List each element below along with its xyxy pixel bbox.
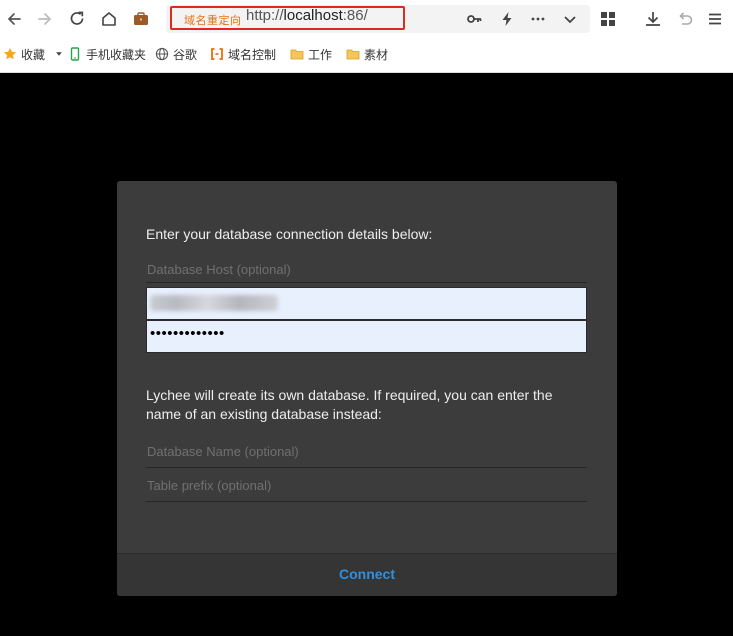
intro-text: Enter your database connection details b… [146,226,433,242]
redirect-highlight-box: 域名重定向 [170,6,405,30]
bookmark-label: 域名控制 [228,47,277,62]
more-icon[interactable] [528,10,548,28]
bookmark-label: 收藏 [21,47,46,62]
arrow-left-icon[interactable] [2,7,26,31]
folder-icon [346,49,360,60]
phone-icon [70,47,80,61]
chevron-down-icon[interactable] [560,10,580,28]
bookmark-label: 素材 [364,47,389,62]
password-value: ••••••••••••• [150,325,225,342]
bookmark-favorites[interactable]: 收藏 [3,46,63,62]
download-icon[interactable] [641,7,665,31]
folder-icon [290,49,304,60]
bookmark-assets[interactable]: 素材 [346,46,388,62]
info-text: Lychee will create its own database. If … [146,387,553,422]
database-password-input[interactable]: ••••••••••••• [146,320,587,353]
undo-icon[interactable] [673,7,697,31]
reload-icon[interactable] [65,7,89,31]
browser-nav-bar: http://localhost:86/ 域名重定向 [0,0,733,38]
database-name-underline [146,467,587,468]
star-icon [4,48,16,60]
briefcase-icon[interactable] [129,7,153,31]
globe-icon [155,47,169,61]
bookmark-label: 谷歌 [173,47,198,62]
bracket-icon [211,48,223,60]
lightning-icon[interactable] [497,10,517,28]
arrow-right-icon[interactable] [33,7,57,31]
browser-chrome: http://localhost:86/ 域名重定向 收藏 手机收藏夹 谷歌 域… [0,0,733,73]
key-icon[interactable] [464,10,484,28]
redirect-label: 域名重定向 [184,14,242,27]
bookmark-domain-control[interactable]: 域名控制 [210,46,276,62]
bookmark-mobile[interactable]: 手机收藏夹 [68,46,146,62]
home-icon[interactable] [97,7,121,31]
database-setup-dialog: Enter your database connection details b… [117,181,617,596]
database-name-input[interactable]: Database Name (optional) [147,444,587,459]
bookmarks-bar: 收藏 手机收藏夹 谷歌 域名控制 工作 素材 [0,40,733,68]
database-host-underline [146,282,587,283]
apps-icon[interactable] [596,7,620,31]
bookmark-label: 工作 [308,47,333,62]
connect-button[interactable]: Connect [117,566,617,582]
menu-icon[interactable] [703,7,727,31]
caret-down-icon[interactable] [55,50,63,58]
table-prefix-input[interactable]: Table prefix (optional) [147,478,587,493]
table-prefix-underline [146,501,587,502]
database-user-input[interactable] [146,287,587,320]
database-host-input[interactable]: Database Host (optional) [147,262,587,277]
dialog-footer: Connect [117,553,617,596]
bookmark-work[interactable]: 工作 [290,46,332,62]
blurred-username [150,295,278,311]
bookmark-google[interactable]: 谷歌 [155,46,197,62]
bookmark-label: 手机收藏夹 [86,47,147,62]
